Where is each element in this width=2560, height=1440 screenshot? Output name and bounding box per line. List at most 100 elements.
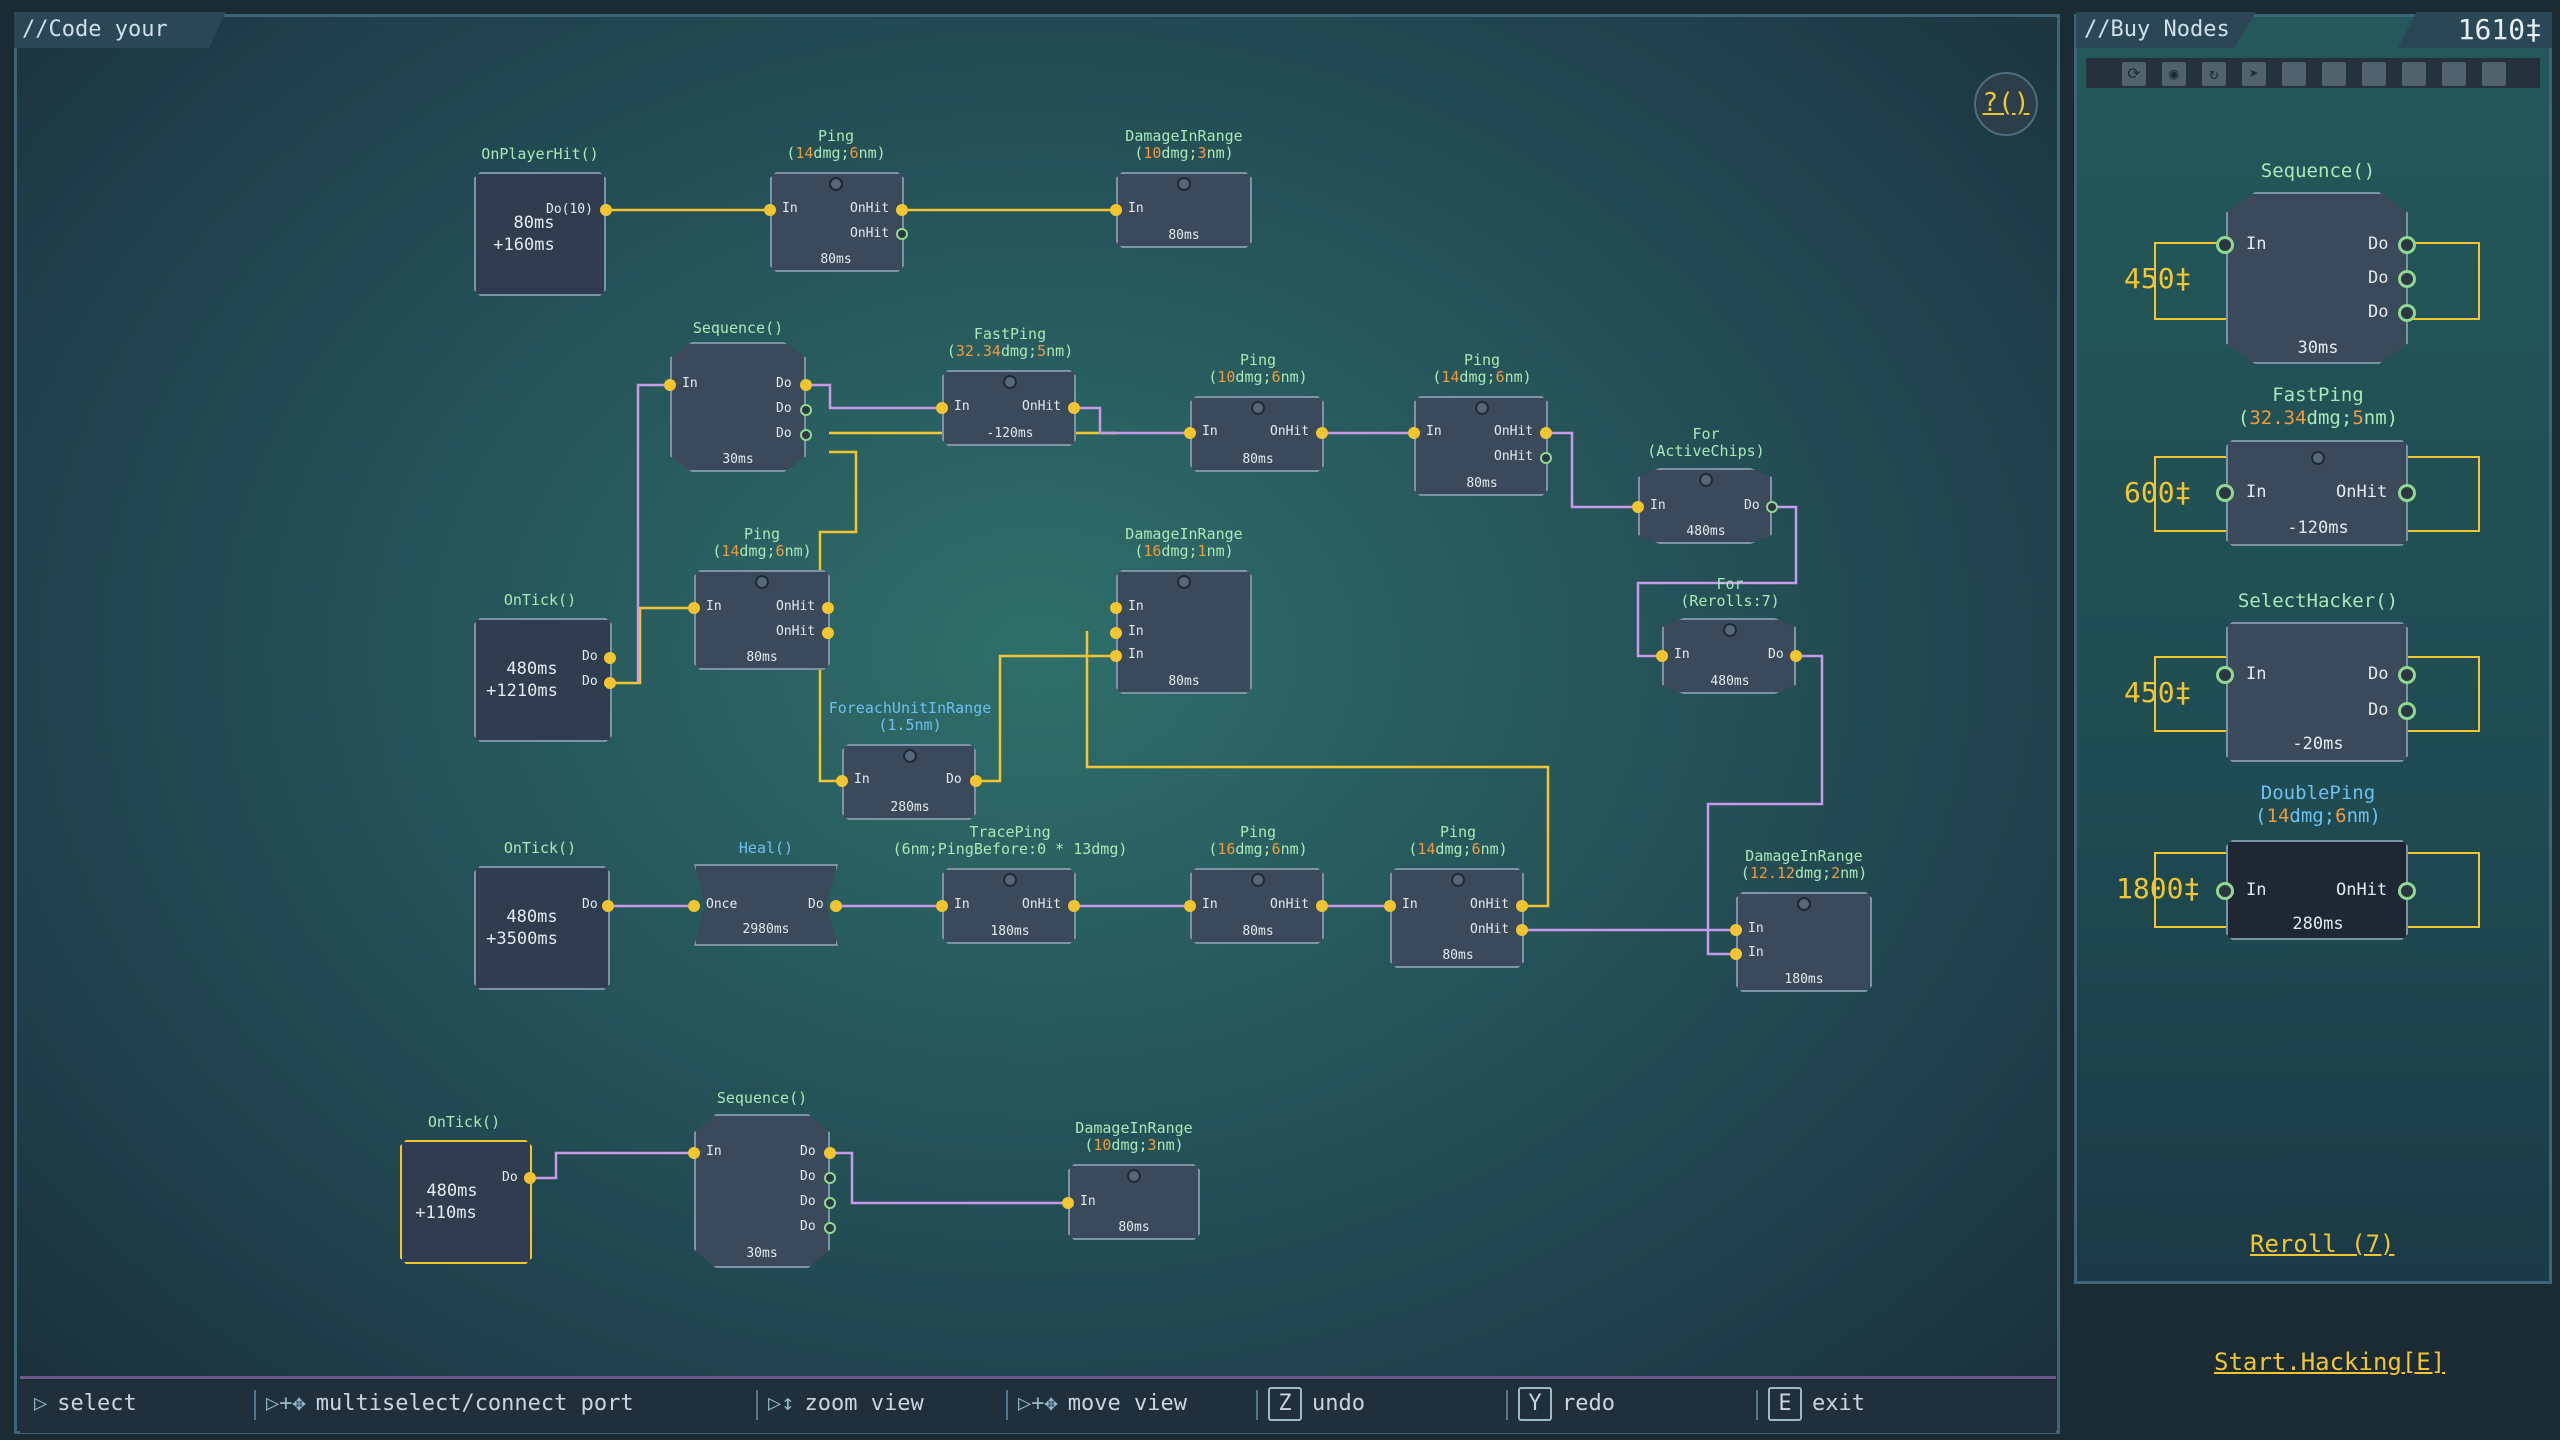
port-label: In	[1426, 424, 1442, 439]
forward-icon[interactable]: ➤	[2242, 62, 2266, 86]
port-label: In	[2246, 482, 2267, 502]
port-label: In	[1128, 599, 1144, 614]
output-port[interactable]	[1516, 900, 1528, 912]
onplayerhit-interval: +160ms	[493, 235, 555, 255]
input-port[interactable]	[936, 402, 948, 414]
output-port[interactable]	[824, 1147, 836, 1159]
title-arg: 5	[1037, 342, 1047, 360]
title-arg: 10	[1143, 144, 1162, 162]
target-icon[interactable]: ◉	[2162, 62, 2186, 86]
port-label: In	[1080, 1194, 1096, 1209]
seq2-node[interactable]	[694, 1114, 830, 1268]
start-hacking-button[interactable]: Start.Hacking[E]	[2214, 1348, 2445, 1376]
output-port[interactable]	[800, 429, 812, 441]
output-port[interactable]	[896, 204, 908, 216]
seq2-title: Sequence()	[716, 1089, 808, 1107]
title-name: Ping	[1239, 351, 1277, 369]
ping3-title: Ping (14dmg;6nm)	[1432, 351, 1532, 386]
empty-slot-icon[interactable]	[2282, 62, 2306, 86]
input-port[interactable]	[688, 900, 700, 912]
output-port[interactable]	[602, 900, 614, 912]
output-port[interactable]	[1316, 427, 1328, 439]
title-arg: (ActiveChips)	[1647, 442, 1765, 460]
refresh-icon[interactable]: ⟳	[2122, 62, 2146, 86]
onplayerhit-title: OnPlayerHit()	[481, 145, 599, 163]
hint-label: zoom view	[804, 1391, 924, 1416]
output-port[interactable]	[822, 602, 834, 614]
port-label: OnHit	[1470, 897, 1510, 912]
title-arg: 16	[1217, 840, 1236, 858]
title-arg: nm	[2363, 407, 2387, 429]
cycle-icon[interactable]: ↻	[2202, 62, 2226, 86]
hint-label: select	[57, 1391, 137, 1416]
input-port[interactable]	[936, 900, 948, 912]
output-port[interactable]	[1790, 650, 1802, 662]
title-arg: dmg;	[813, 144, 850, 162]
output-port[interactable]	[830, 900, 842, 912]
output-port[interactable]	[1516, 924, 1528, 936]
title-arg: 12.12	[1749, 864, 1795, 882]
empty-slot-icon[interactable]	[2322, 62, 2346, 86]
input-port[interactable]	[836, 775, 848, 787]
title-arg: (1.5nm)	[878, 716, 942, 734]
title-arg: dmg;	[2289, 805, 2336, 827]
empty-slot-icon[interactable]	[2402, 62, 2426, 86]
node-cost: 30ms	[746, 1246, 778, 1261]
input-port[interactable]	[764, 204, 776, 216]
output-port[interactable]	[824, 1197, 836, 1209]
output-port[interactable]	[800, 404, 812, 416]
title-name: FastPing	[973, 325, 1047, 343]
input-port[interactable]	[1632, 501, 1644, 513]
output-port[interactable]	[604, 652, 616, 664]
empty-slot-icon[interactable]	[2442, 62, 2466, 86]
port-label: In	[1674, 647, 1690, 662]
hint-label: undo	[1312, 1391, 1365, 1416]
input-port[interactable]	[1062, 1197, 1074, 1209]
input-port[interactable]	[688, 602, 700, 614]
hint-select: ▷ select	[34, 1386, 137, 1422]
empty-slot-icon[interactable]	[2482, 62, 2506, 86]
wire	[976, 654, 1116, 783]
port-label: In	[706, 599, 722, 614]
input-port[interactable]	[1110, 204, 1122, 216]
output-port[interactable]	[604, 677, 616, 689]
input-port[interactable]	[1184, 900, 1196, 912]
output-port[interactable]	[1316, 900, 1328, 912]
output-port[interactable]	[1766, 501, 1778, 513]
input-port[interactable]	[1110, 650, 1122, 662]
credits-counter: 1610‡	[2398, 12, 2552, 48]
title-arg: 14	[721, 542, 740, 560]
output-port[interactable]	[800, 379, 812, 391]
output-port[interactable]	[1540, 427, 1552, 439]
output-port[interactable]	[824, 1172, 836, 1184]
input-port[interactable]	[1110, 602, 1122, 614]
output-port[interactable]	[822, 627, 834, 639]
input-port[interactable]	[1656, 650, 1668, 662]
input-port[interactable]	[1110, 627, 1122, 639]
node-cost: 2980ms	[742, 922, 790, 937]
output-port[interactable]	[896, 228, 908, 240]
input-port[interactable]	[1184, 427, 1196, 439]
input-port[interactable]	[1408, 427, 1420, 439]
empty-slot-icon[interactable]	[2362, 62, 2386, 86]
title-name: Ping	[817, 127, 855, 145]
output-port[interactable]	[824, 1222, 836, 1234]
output-port[interactable]	[1540, 452, 1552, 464]
output-port[interactable]	[600, 204, 612, 216]
title-arg: 6	[1471, 840, 1481, 858]
output-port[interactable]	[524, 1172, 536, 1184]
port-label: Do	[776, 426, 792, 441]
input-port[interactable]	[1384, 900, 1396, 912]
output-port[interactable]	[970, 775, 982, 787]
output-port[interactable]	[1068, 402, 1080, 414]
title-arg: 3	[1197, 144, 1207, 162]
input-port[interactable]	[664, 379, 676, 391]
input-port[interactable]	[1730, 924, 1742, 936]
input-port[interactable]	[1730, 948, 1742, 960]
output-port	[2398, 304, 2416, 322]
divider	[1256, 1390, 1258, 1420]
output-port[interactable]	[1068, 900, 1080, 912]
input-port[interactable]	[688, 1147, 700, 1159]
reroll-button[interactable]: Reroll (7)	[2250, 1230, 2395, 1258]
ontick1-interval: +1210ms	[486, 681, 558, 701]
